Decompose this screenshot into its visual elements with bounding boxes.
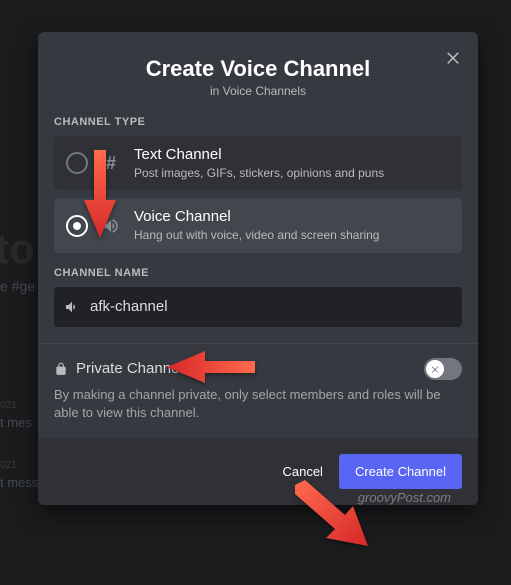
toggle-knob <box>426 360 444 378</box>
close-icon <box>444 48 462 66</box>
modal-subtitle: in Voice Channels <box>54 84 462 98</box>
option-desc: Hang out with voice, video and screen sh… <box>134 228 379 242</box>
divider <box>38 343 478 344</box>
hash-icon: # <box>100 153 122 174</box>
private-channel-label: Private Channel <box>76 360 183 377</box>
close-button[interactable] <box>440 44 466 70</box>
radio-unchecked <box>66 152 88 174</box>
modal-title: Create Voice Channel <box>54 56 462 82</box>
channel-name-label: CHANNEL NAME <box>54 267 462 279</box>
speaker-icon <box>64 299 80 315</box>
option-desc: Post images, GIFs, stickers, opinions an… <box>134 166 384 180</box>
modal-header: Create Voice Channel in Voice Channels <box>38 32 478 106</box>
x-icon <box>430 364 440 374</box>
create-channel-modal: Create Voice Channel in Voice Channels C… <box>38 32 478 505</box>
private-toggle[interactable] <box>424 358 462 380</box>
speaker-icon <box>100 217 122 235</box>
create-channel-button[interactable]: Create Channel <box>339 454 462 489</box>
radio-checked <box>66 215 88 237</box>
option-text-channel[interactable]: # Text Channel Post images, GIFs, sticke… <box>54 136 462 190</box>
channel-name-input[interactable] <box>88 297 452 316</box>
option-title: Voice Channel <box>134 208 379 226</box>
modal-footer: Cancel Create Channel <box>38 438 478 505</box>
option-voice-channel[interactable]: Voice Channel Hang out with voice, video… <box>54 198 462 252</box>
cancel-button[interactable]: Cancel <box>282 464 322 479</box>
private-channel-desc: By making a channel private, only select… <box>54 386 462 422</box>
lock-icon <box>54 362 68 376</box>
channel-name-field[interactable] <box>54 287 462 327</box>
option-title: Text Channel <box>134 146 384 164</box>
channel-type-label: CHANNEL TYPE <box>54 116 462 128</box>
